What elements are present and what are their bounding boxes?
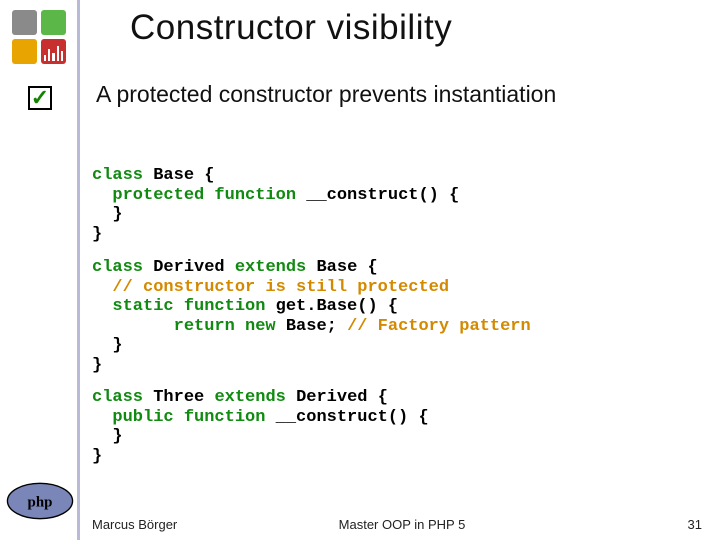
app-logo bbox=[12, 10, 68, 66]
bullet-checkbox: ✓ bbox=[28, 86, 52, 110]
slide-title: Constructor visibility bbox=[130, 8, 452, 48]
footer-author: Marcus Börger bbox=[92, 517, 177, 532]
footer: Marcus Börger Master OOP in PHP 5 31 bbox=[92, 517, 712, 532]
code-block-3: class Three extends Derived { public fun… bbox=[92, 388, 429, 466]
footer-title: Master OOP in PHP 5 bbox=[339, 517, 466, 532]
code-block-1: class Base { protected function __constr… bbox=[92, 166, 459, 244]
page-number: 31 bbox=[688, 517, 702, 532]
slide-subtitle: A protected constructor prevents instant… bbox=[96, 80, 686, 109]
code-block-2: class Derived extends Base { // construc… bbox=[92, 258, 531, 375]
php-logo: php bbox=[6, 482, 74, 520]
svg-text:php: php bbox=[28, 494, 53, 510]
sidebar: ✓ php bbox=[0, 0, 80, 540]
